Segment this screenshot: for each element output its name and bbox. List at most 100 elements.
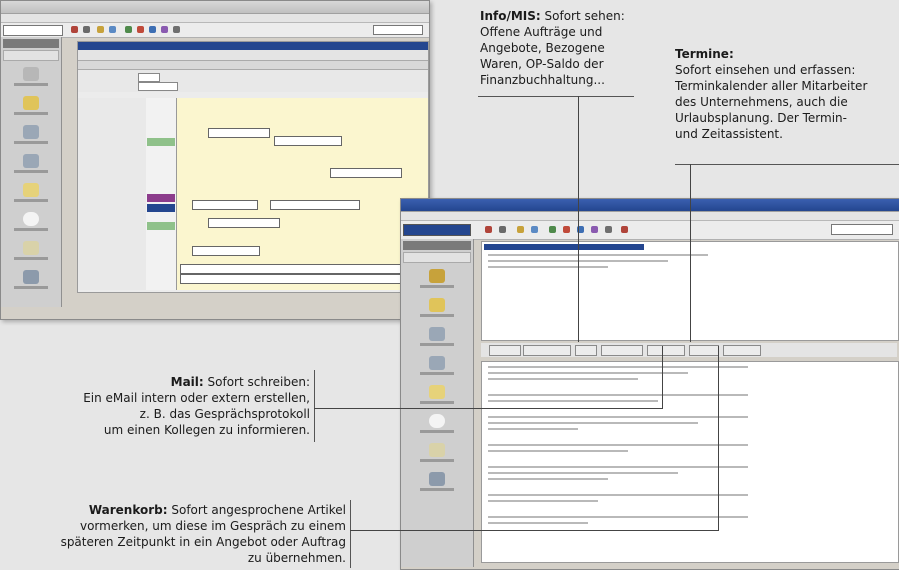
- mail-icon[interactable]: [23, 241, 39, 255]
- annotation-line: späteren Zeitpunkt in ein Angebot oder A…: [60, 535, 346, 549]
- annotation-rule: [314, 370, 315, 442]
- appointment[interactable]: [192, 246, 260, 256]
- annotation-line: um einen Kollegen zu informieren.: [103, 423, 310, 437]
- annotation-line: Sofort angesprochene Artikel: [171, 503, 346, 517]
- annotation-line: Terminkalender aller Mitarbeiter: [675, 79, 868, 93]
- customer-search-input[interactable]: [403, 224, 471, 236]
- basket-icon[interactable]: [23, 270, 39, 284]
- mail-button[interactable]: [647, 345, 685, 356]
- notes-button[interactable]: [489, 345, 521, 356]
- appointment[interactable]: [192, 200, 258, 210]
- toolbar-icon[interactable]: [71, 26, 78, 33]
- pane-titlebar: [78, 42, 428, 50]
- person-icon[interactable]: [23, 125, 39, 139]
- toolbar-icon[interactable]: [83, 26, 90, 33]
- annotation-line: Urlaubsplanung. Der Termin-: [675, 111, 847, 125]
- annotation-line: Sofort schreiben:: [207, 375, 310, 389]
- toolbar-icon[interactable]: [499, 226, 506, 233]
- toolbar-icon[interactable]: [549, 226, 556, 233]
- annotation-title: Info/MIS:: [480, 9, 541, 23]
- documents-button[interactable]: [601, 345, 643, 356]
- annotation-line: Finanzbuchhaltung...: [480, 73, 605, 87]
- date-field[interactable]: [373, 25, 423, 35]
- appointment[interactable]: [208, 128, 270, 138]
- person-icon[interactable]: [429, 356, 445, 370]
- toolbar-icon[interactable]: [125, 26, 132, 33]
- appointment[interactable]: [208, 218, 280, 228]
- filter-field[interactable]: [138, 73, 160, 82]
- calendar-pane: [77, 41, 429, 293]
- filter-field[interactable]: [138, 82, 178, 91]
- folder-icon[interactable]: [429, 298, 445, 312]
- appointment[interactable]: [330, 168, 402, 178]
- calendar-window: [0, 0, 430, 320]
- annotation-line: z. B. das Gesprächsprotokoll: [139, 407, 310, 421]
- action-buttons: [481, 343, 897, 357]
- toolbar-icon[interactable]: [97, 26, 104, 33]
- menu-bar[interactable]: [401, 212, 899, 221]
- annotation-rule: [675, 164, 899, 165]
- info-icon[interactable]: [429, 414, 445, 428]
- sidebar: [1, 37, 62, 307]
- annotation-line: vormerken, um diese im Gespräch zu einem: [79, 519, 346, 533]
- connector-info: [578, 96, 579, 342]
- appointment[interactable]: [180, 274, 428, 284]
- annotation-line: Sofort einsehen und erfassen:: [675, 63, 856, 77]
- annotation-info: Info/MIS: Sofort sehen: Offene Aufträge …: [480, 8, 670, 88]
- connector-mail: [314, 408, 662, 409]
- toolbar-icon[interactable]: [605, 226, 612, 233]
- menu-bar[interactable]: [1, 14, 429, 23]
- toolbar-icon[interactable]: [173, 26, 180, 33]
- annotation-title: Warenkorb:: [88, 503, 168, 517]
- person-icon[interactable]: [429, 327, 445, 341]
- sidebar-tab[interactable]: [3, 50, 59, 61]
- appointment[interactable]: [274, 136, 342, 146]
- category-purple: [147, 194, 175, 202]
- history-button[interactable]: [523, 345, 571, 356]
- connector-termine: [690, 164, 691, 342]
- mail-icon[interactable]: [429, 443, 445, 457]
- connector-warenkorb-v: [718, 346, 719, 531]
- category-green: [147, 138, 175, 146]
- calendar-icon[interactable]: [429, 385, 445, 399]
- appointment[interactable]: [180, 264, 428, 274]
- date-field[interactable]: [831, 224, 893, 235]
- annotation-line: Ein eMail intern oder extern erstellen,: [83, 391, 310, 405]
- folder-icon[interactable]: [23, 96, 39, 110]
- appointments-button[interactable]: [689, 345, 719, 356]
- appointment[interactable]: [270, 200, 360, 210]
- main-window: [400, 198, 899, 570]
- toolbar-icon[interactable]: [161, 26, 168, 33]
- person-icon[interactable]: [23, 154, 39, 168]
- annotation-title: Termine:: [675, 47, 734, 61]
- toolbar-icon[interactable]: [591, 226, 598, 233]
- annotation-line: Sofort sehen:: [544, 9, 625, 23]
- basket-icon[interactable]: [429, 472, 445, 486]
- toolbar-icon[interactable]: [531, 226, 538, 233]
- customer-search-input[interactable]: [3, 25, 63, 36]
- sidebar-tab[interactable]: [403, 252, 471, 263]
- history-pane[interactable]: [481, 361, 899, 563]
- calendar-icon[interactable]: [23, 183, 39, 197]
- gear-icon[interactable]: [23, 67, 39, 81]
- gear-icon[interactable]: [429, 269, 445, 283]
- basket-button[interactable]: [723, 345, 761, 356]
- toolbar-icon[interactable]: [485, 226, 492, 233]
- annotation-mail: Mail: Sofort schreiben: Ein eMail intern…: [10, 374, 310, 438]
- toolbar-icon[interactable]: [563, 226, 570, 233]
- info-icon[interactable]: [23, 212, 39, 226]
- category-green: [147, 222, 175, 230]
- employee-column: [78, 98, 147, 290]
- window-titlebar: [1, 1, 429, 14]
- pane-toolbar: [78, 50, 428, 61]
- toolbar-icon[interactable]: [517, 226, 524, 233]
- toolbar-icon[interactable]: [149, 26, 156, 33]
- info-button[interactable]: [575, 345, 597, 356]
- toolbar-icon[interactable]: [137, 26, 144, 33]
- category-blue: [147, 204, 175, 212]
- toolbar-icon[interactable]: [109, 26, 116, 33]
- sidebar-header: [403, 241, 471, 250]
- toolbar-icon[interactable]: [621, 226, 628, 233]
- toolbar: [1, 23, 429, 38]
- pane-tabs[interactable]: [78, 61, 428, 70]
